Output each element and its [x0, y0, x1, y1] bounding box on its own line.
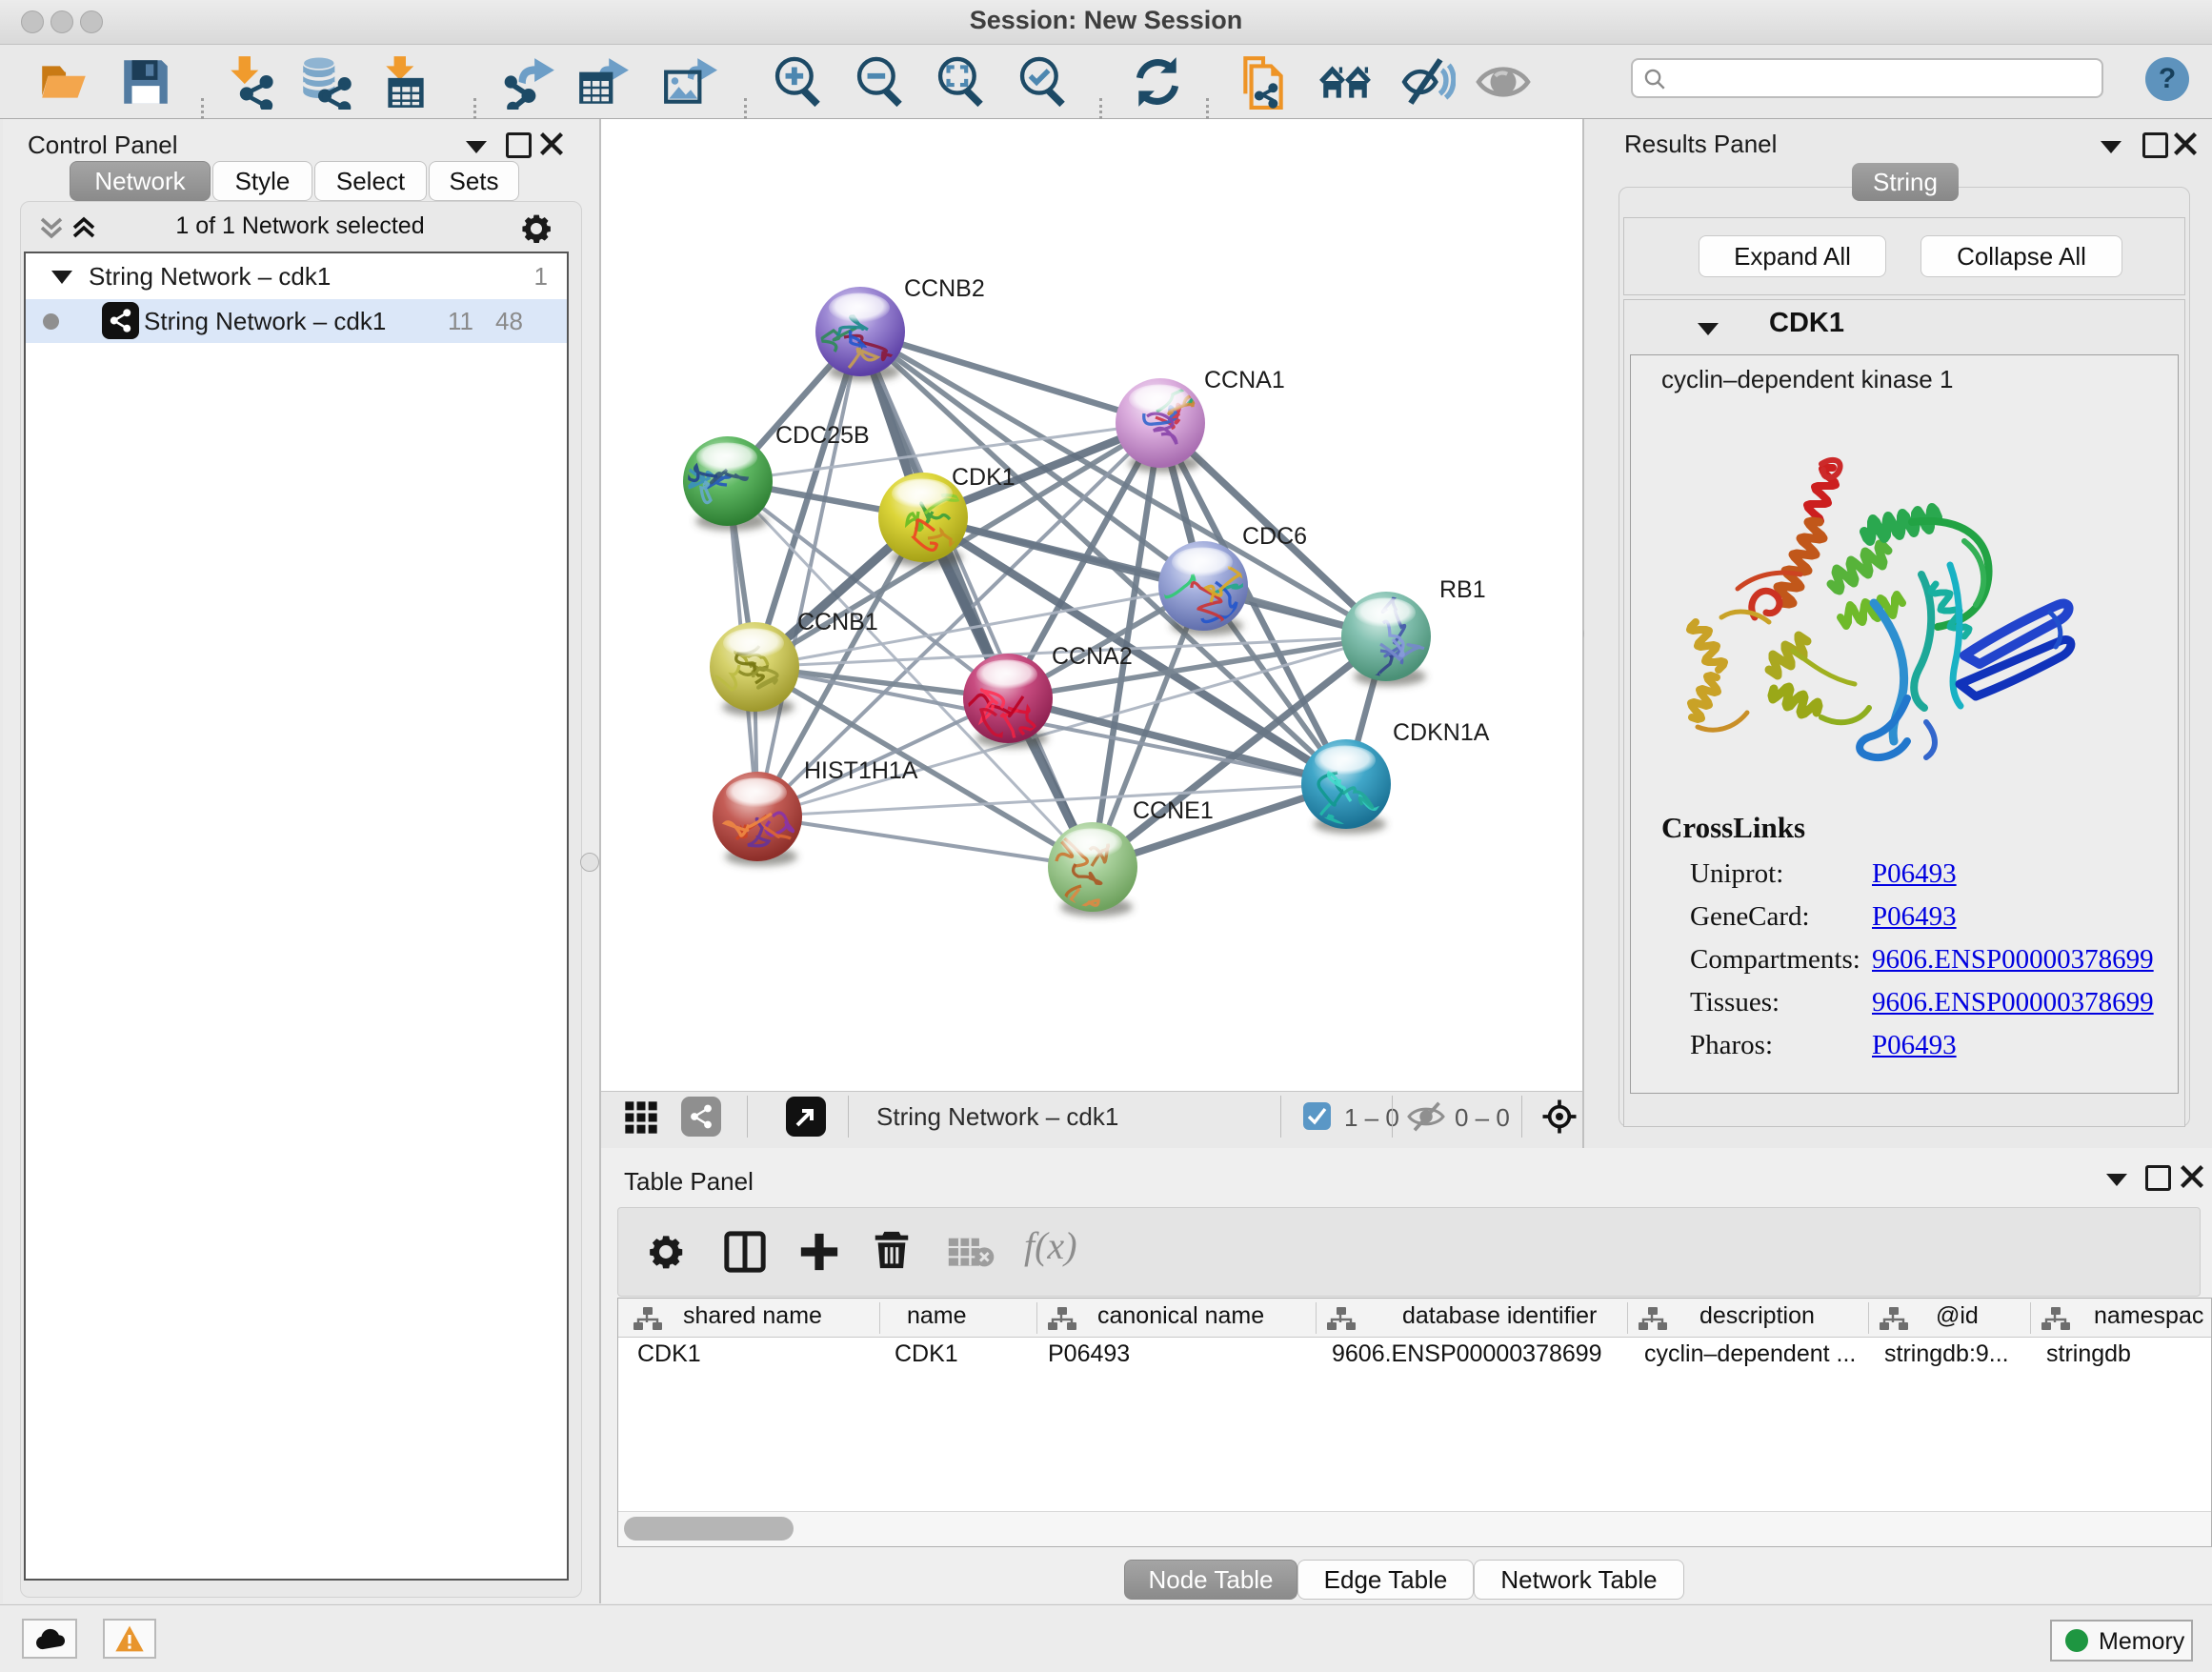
svg-text:CCNB2: CCNB2: [904, 275, 985, 302]
svg-text:CDC25B: CDC25B: [775, 422, 870, 449]
svg-text:HIST1H1A: HIST1H1A: [804, 757, 918, 784]
svg-text:CCNA2: CCNA2: [1052, 643, 1133, 670]
svg-text:CDC6: CDC6: [1242, 523, 1307, 550]
svg-text:CCNB1: CCNB1: [797, 609, 878, 635]
svg-text:CDKN1A: CDKN1A: [1393, 719, 1490, 746]
svg-text:CCNE1: CCNE1: [1133, 797, 1214, 824]
svg-text:RB1: RB1: [1439, 576, 1486, 603]
svg-text:CDK1: CDK1: [952, 464, 1016, 491]
svg-text:CCNA1: CCNA1: [1204, 367, 1285, 393]
